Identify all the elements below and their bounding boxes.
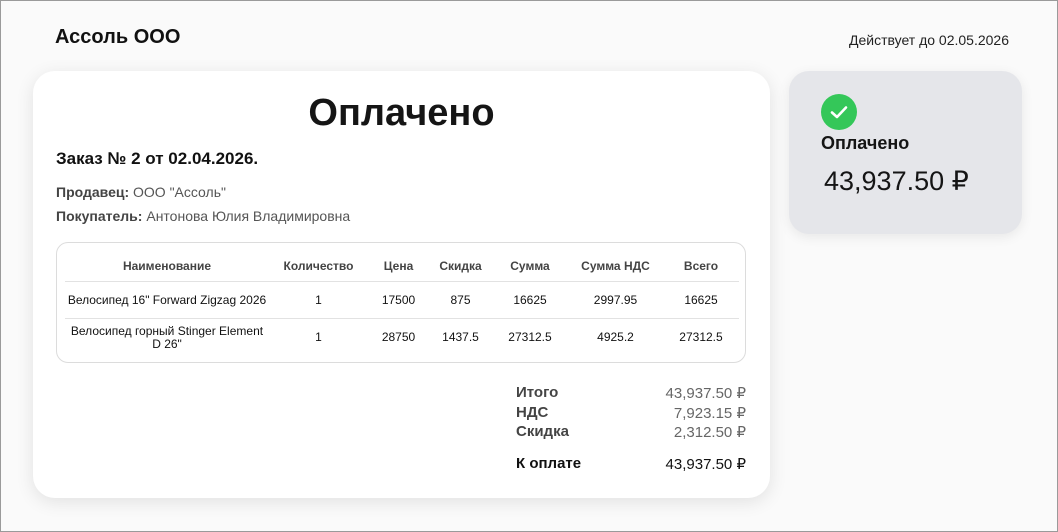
payment-status-label: Оплачено — [821, 133, 910, 153]
item-price: 17500 — [381, 292, 416, 307]
table-row: Велосипед горный Stinger Element D 26" 1… — [65, 319, 739, 356]
item-price: 28750 — [381, 330, 416, 344]
vat-label: НДС — [516, 404, 549, 421]
item-discount: 875 — [450, 292, 471, 307]
discount-value: 2,312.50 ₽ — [673, 424, 746, 441]
company-name: Ассоль ООО — [55, 26, 181, 48]
item-total: 27312.5 — [679, 330, 723, 344]
invoice-card: Оплачено Заказ № 2 от 02.04.2026. Продав… — [33, 71, 770, 498]
page-frame: Ассоль ООО Действует до 02.05.2026 Оплач… — [0, 0, 1058, 532]
total-row: Итого 43,937.50 ₽ — [516, 384, 746, 402]
discount-row: Скидка 2,312.50 ₽ — [516, 423, 746, 441]
order-title: Заказ № 2 от 02.04.2026. — [56, 149, 259, 168]
valid-until: Действует до 02.05.2026 — [848, 32, 1009, 48]
table-header: Наименование Количество Цена Скидка Сумм… — [65, 251, 739, 282]
discount-label: Скидка — [516, 423, 569, 440]
payment-summary-card: Оплачено 43,937.50 ₽ — [789, 71, 1022, 234]
payment-amount: 43,937.50 ₽ — [824, 166, 969, 196]
item-sum: 27312.5 — [508, 330, 552, 344]
item-vat-sum: 2997.95 — [593, 292, 638, 307]
buyer-value: Антонова Юлия Владимировна — [146, 208, 351, 224]
column-header-name: Наименование — [122, 258, 212, 273]
item-name: Велосипед 16" Forward Zigzag 2026 — [67, 292, 267, 307]
column-header-quantity: Количество — [283, 258, 354, 273]
amount-due-row: К оплате 43,937.50 ₽ — [516, 455, 746, 473]
vat-value: 7,923.15 ₽ — [673, 405, 746, 422]
amount-due-value: 43,937.50 ₽ — [665, 456, 746, 473]
item-sum: 16625 — [513, 292, 547, 307]
amount-due-label: К оплате — [516, 455, 582, 472]
item-vat-sum: 4925.2 — [597, 330, 634, 344]
item-total: 16625 — [684, 292, 718, 307]
vat-row: НДС 7,923.15 ₽ — [516, 404, 746, 422]
item-discount: 1437.5 — [442, 330, 479, 344]
column-header-price: Цена — [383, 258, 414, 273]
item-name: Велосипед горный Stinger Element D 26" — [70, 323, 264, 351]
payment-status-title: Оплачено — [308, 92, 495, 134]
table-row: Велосипед 16" Forward Zigzag 2026 1 1750… — [65, 282, 739, 319]
column-header-vat-sum: Сумма НДС — [581, 258, 650, 273]
seller-label: Продавец: — [56, 184, 130, 200]
column-header-total: Всего — [683, 258, 719, 273]
buyer-line: Покупатель: Антонова Юлия Владимировна — [56, 208, 350, 224]
buyer-label: Покупатель: — [56, 208, 143, 224]
item-quantity: 1 — [315, 330, 322, 344]
items-table: Наименование Количество Цена Скидка Сумм… — [56, 242, 746, 363]
total-value: 43,937.50 ₽ — [665, 385, 746, 402]
check-circle-icon — [821, 94, 857, 130]
column-header-sum: Сумма — [510, 258, 550, 273]
item-quantity: 1 — [315, 292, 322, 307]
seller-line: Продавец: ООО "Ассоль" — [56, 184, 226, 200]
seller-value: ООО "Ассоль" — [133, 184, 226, 200]
column-header-discount: Скидка — [439, 258, 482, 273]
total-label: Итого — [516, 384, 559, 401]
